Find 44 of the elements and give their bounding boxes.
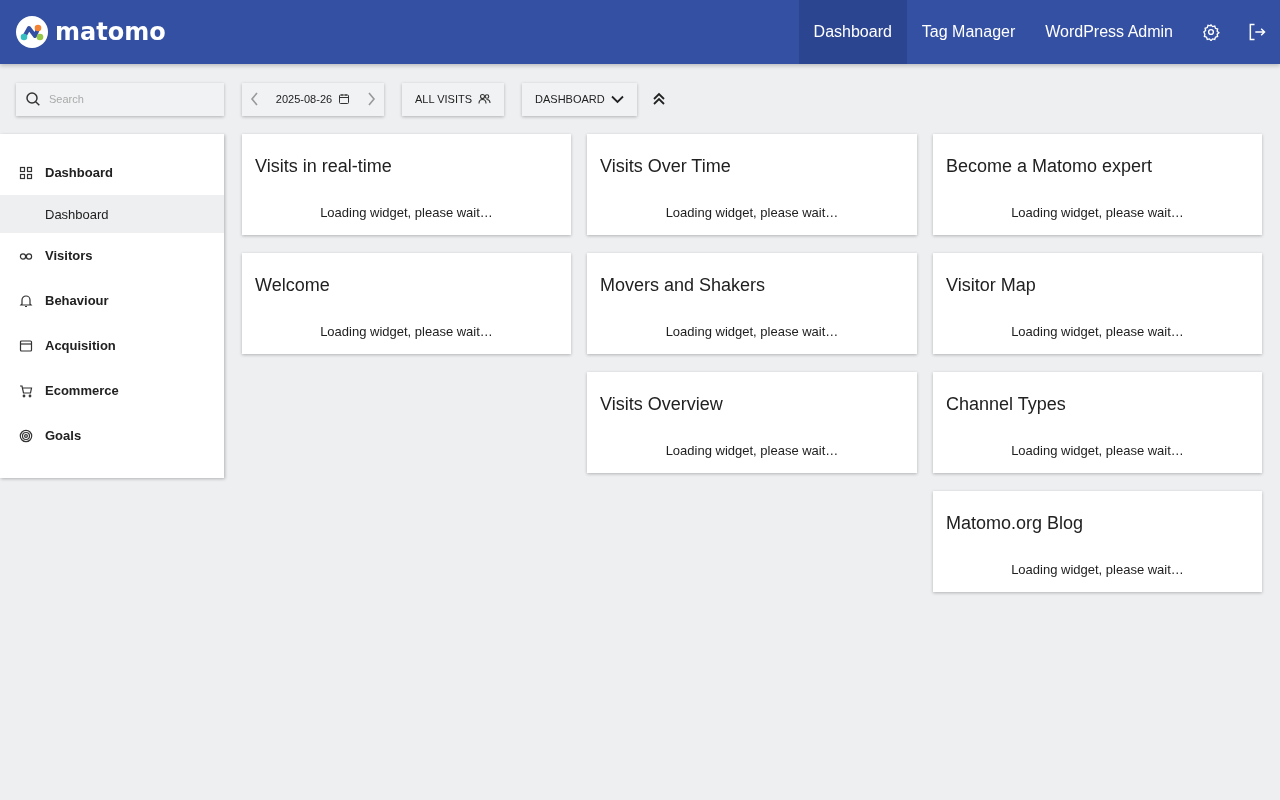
widget-title: Visits in real-time	[255, 156, 393, 177]
sidebar-item[interactable]: Behaviour	[0, 278, 224, 323]
chevron-down-icon	[610, 94, 624, 104]
nav-link[interactable]: WordPress Admin	[1030, 0, 1188, 64]
sidebar-item[interactable]: Dashboard	[0, 150, 224, 195]
widget-title: Matomo.org Blog	[946, 513, 1085, 534]
widget-title: Channel Types	[946, 394, 1067, 415]
sidebar-item[interactable]: Visitors	[0, 233, 224, 278]
loading-text: Loading widget, please wait…	[1010, 205, 1185, 220]
loading-text: Loading widget, please wait…	[1010, 562, 1185, 577]
cart-icon	[19, 383, 33, 398]
logo-text: matomo	[55, 18, 166, 46]
widget-title: Welcome	[255, 275, 331, 296]
search-icon	[25, 91, 41, 107]
sidebar-subitem[interactable]: Dashboard	[0, 195, 224, 233]
logo-icon	[16, 16, 48, 48]
segment-button[interactable]: ALL VISITS	[402, 82, 505, 116]
nav-link[interactable]: Dashboard	[798, 0, 907, 64]
widget-title: Become a Matomo expert	[946, 156, 1154, 177]
window-icon	[19, 338, 33, 353]
widget-title: Movers and Shakers	[600, 275, 767, 296]
nav-link[interactable]: Tag Manager	[906, 0, 1031, 64]
loading-text: Loading widget, please wait…	[1010, 324, 1185, 339]
target-icon	[19, 428, 33, 443]
sidebar-item[interactable]: Goals	[0, 413, 224, 458]
widget-title: Visits Over Time	[600, 156, 732, 177]
bell-icon	[19, 293, 33, 308]
search-input[interactable]: Search	[47, 92, 211, 106]
loading-text: Loading widget, please wait…	[319, 205, 494, 220]
grid-icon	[19, 165, 33, 180]
sidebar-item[interactable]: Acquisition	[0, 323, 224, 368]
loading-text: Loading widget, please wait…	[664, 205, 840, 220]
loading-text: Loading widget, please wait…	[664, 324, 840, 339]
widget-title: Visits Overview	[600, 394, 724, 415]
search-field[interactable]: Search	[16, 82, 224, 116]
calendar-icon	[338, 93, 351, 105]
dashboard-menu-button[interactable]: DASHBOARD	[522, 82, 637, 116]
widget-title: Visitor Map	[946, 275, 1037, 296]
sidebar-item[interactable]: Ecommerce	[0, 368, 224, 413]
date-button[interactable]: 2025-08-26	[275, 93, 351, 105]
people-icon	[478, 93, 492, 105]
loading-text: Loading widget, please wait…	[664, 443, 840, 458]
loading-text: Loading widget, please wait…	[1010, 443, 1185, 458]
loading-text: Loading widget, please wait…	[319, 324, 494, 339]
